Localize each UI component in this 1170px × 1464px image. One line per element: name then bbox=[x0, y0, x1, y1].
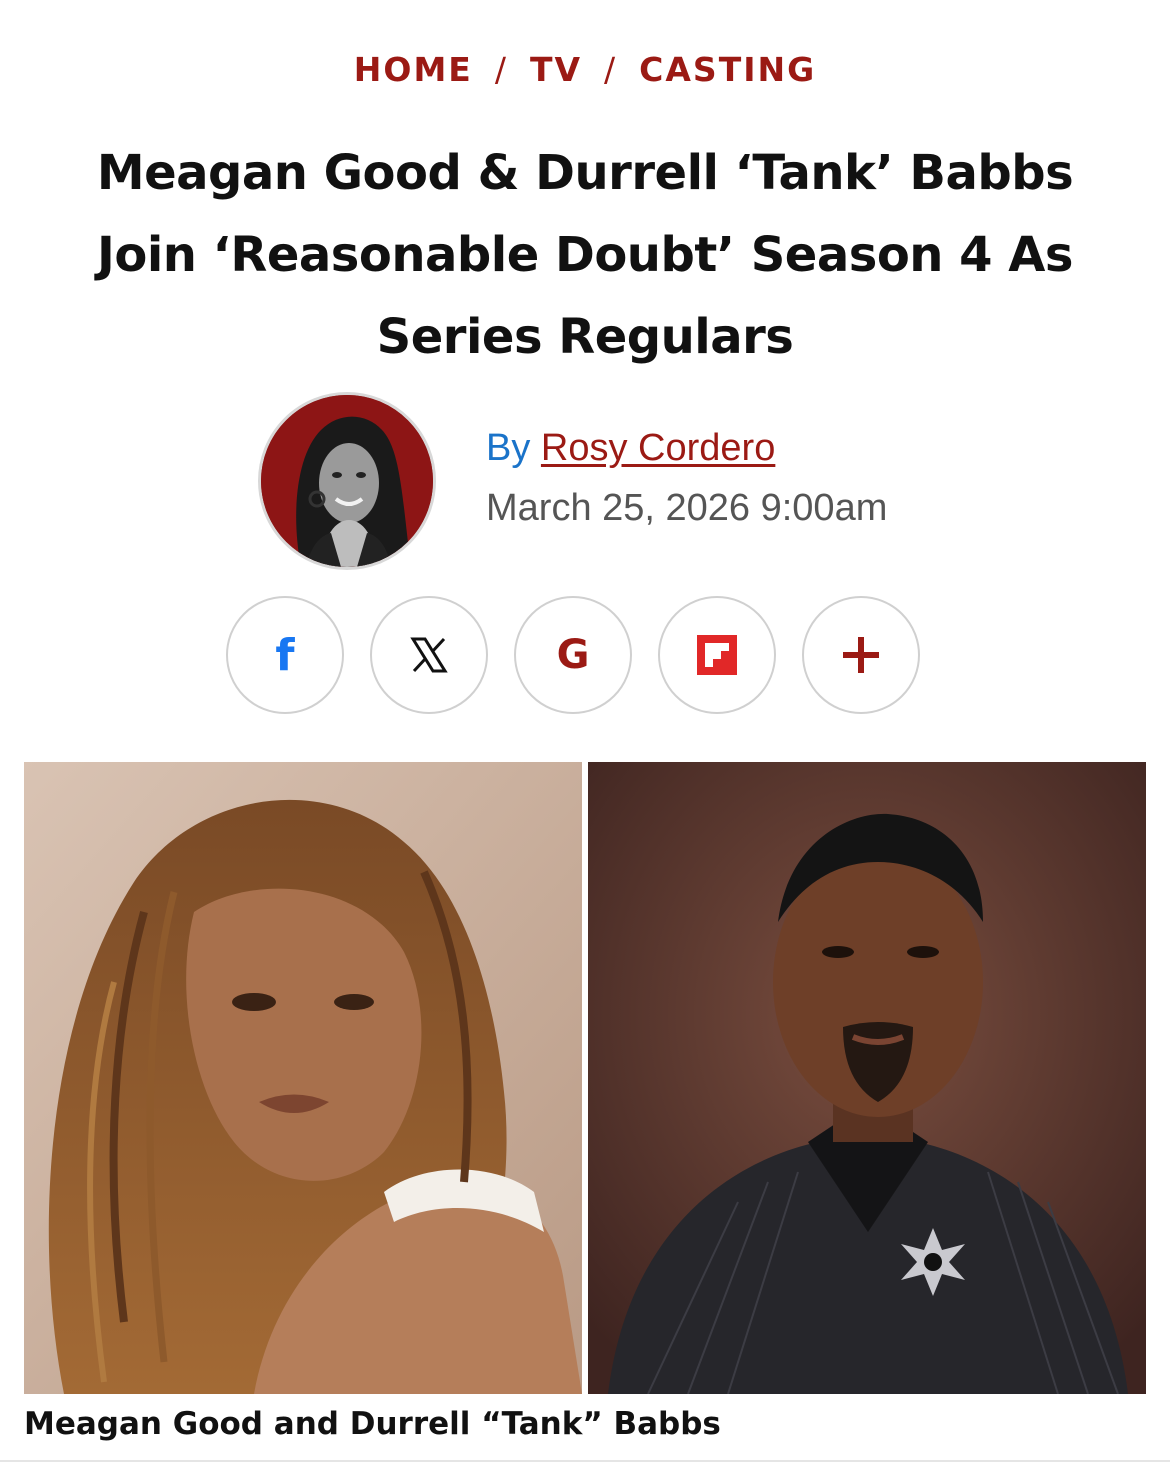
share-x-button[interactable] bbox=[370, 596, 488, 714]
publish-date: March 25, 2026 9:00am bbox=[486, 487, 888, 529]
facebook-icon: f bbox=[275, 629, 295, 681]
headline-line-2: Join ‘Reasonable Doubt’ Season 4 As bbox=[96, 227, 1074, 283]
article-page: HOME / TV / CASTING Meagan Good & Durrell ‘T… bbox=[0, 0, 1170, 1464]
share-more-button[interactable] bbox=[802, 596, 920, 714]
byline: By Rosy Cordero bbox=[486, 424, 775, 472]
breadcrumb-separator: / bbox=[604, 50, 618, 89]
share-flipboard-button[interactable] bbox=[658, 596, 776, 714]
divider bbox=[0, 1460, 1170, 1462]
portrait-man-image bbox=[588, 762, 1146, 1394]
x-twitter-icon bbox=[410, 637, 448, 673]
breadcrumb-home-link[interactable]: HOME bbox=[354, 50, 473, 89]
breadcrumb: HOME / TV / CASTING bbox=[0, 50, 1170, 89]
article-headline: Meagan Good & Durrell ‘Tank’ Babbs Join … bbox=[40, 132, 1130, 378]
headline-line-3: Series Regulars bbox=[376, 309, 794, 365]
author-avatar[interactable] bbox=[258, 392, 436, 570]
share-facebook-button[interactable]: f bbox=[226, 596, 344, 714]
share-buttons: f G bbox=[226, 596, 920, 714]
image-caption: Meagan Good and Durrell “Tank” Babbs bbox=[24, 1406, 721, 1442]
plus-icon bbox=[843, 637, 879, 673]
share-google-button[interactable]: G bbox=[514, 596, 632, 714]
breadcrumb-casting-link[interactable]: CASTING bbox=[639, 50, 816, 89]
breadcrumb-tv-link[interactable]: TV bbox=[530, 50, 582, 89]
photo-meagan-good bbox=[24, 762, 582, 1394]
headline-line-1: Meagan Good & Durrell ‘Tank’ Babbs bbox=[96, 145, 1074, 201]
portrait-woman-image bbox=[24, 762, 582, 1394]
breadcrumb-separator: / bbox=[494, 50, 508, 89]
byline-prefix: By bbox=[486, 427, 531, 469]
flipboard-icon bbox=[697, 635, 737, 675]
hero-image[interactable] bbox=[24, 762, 1146, 1394]
author-link[interactable]: Rosy Cordero bbox=[541, 427, 775, 469]
photo-durrell-tank-babbs bbox=[588, 762, 1146, 1394]
google-icon: G bbox=[556, 632, 590, 678]
author-portrait-image bbox=[261, 395, 433, 567]
